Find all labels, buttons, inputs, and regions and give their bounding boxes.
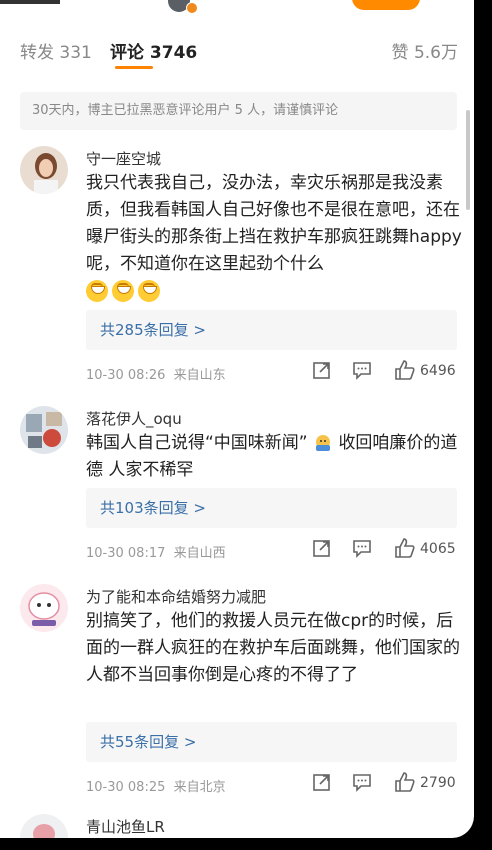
active-tab-indicator <box>115 66 153 69</box>
timestamp: 10-30 08:26 <box>86 368 166 383</box>
weibo-comments-screen: 转发 331 评论 3746 赞 5.6万 30天内，博主已拉黑恶意评论用户 5… <box>0 0 474 838</box>
scrollbar[interactable] <box>466 110 470 210</box>
like-count: 6496 <box>420 363 456 379</box>
share-icon[interactable] <box>312 360 332 380</box>
timestamp: 10-30 08:25 <box>86 780 166 795</box>
location: 来自山西 <box>173 546 226 561</box>
grin-emoji-icon <box>86 280 108 302</box>
username[interactable]: 落花伊人_oqu <box>86 408 182 429</box>
grin-emoji-icon <box>112 280 134 302</box>
like-icon[interactable] <box>394 359 416 381</box>
comment-text: 韩国人自己说得“中国味新闻” 收回咱廉价的道德 人家不稀罕 <box>86 430 464 484</box>
follow-button[interactable] <box>352 0 420 10</box>
share-icon[interactable] <box>312 538 332 558</box>
username[interactable]: 守一座空城 <box>86 148 161 169</box>
comment-meta: 10-30 08:25 来自北京 <box>86 776 226 795</box>
comment-body-part: 韩国人自己说得“中国味新闻” <box>86 433 308 453</box>
tab-bar: 转发 331 评论 3746 赞 5.6万 <box>0 34 474 69</box>
share-icon[interactable] <box>312 772 332 792</box>
comment-meta: 10-30 08:17 来自山西 <box>86 542 226 561</box>
comment-body: 我只代表我自己，没办法，幸灾乐祸那是我没素质，但我看韩国人自己好像也不是很在意吧… <box>86 173 462 274</box>
comment-text: 我只代表我自己，没办法，幸灾乐祸那是我没素质，但我看韩国人自己好像也不是很在意吧… <box>86 170 464 305</box>
verified-badge-icon <box>186 2 198 14</box>
reply-icon[interactable] <box>352 772 372 792</box>
avatar[interactable] <box>20 814 68 838</box>
grin-emoji-icon <box>138 280 160 302</box>
avatar[interactable] <box>20 584 68 632</box>
comment-text: 别搞笑了，他们的救援人员元在做cpr的时候，后面的一群人疯狂的在救护车后面跳舞，… <box>86 611 460 685</box>
like-icon[interactable] <box>394 771 416 793</box>
like-count: 4065 <box>420 541 456 557</box>
moderation-notice: 30天内，博主已拉黑恶意评论用户 5 人，请谨慎评论 <box>20 92 457 130</box>
tab-comments[interactable]: 评论 3746 <box>110 38 197 63</box>
avatar[interactable] <box>20 406 68 454</box>
top-bar-partial <box>0 0 474 14</box>
location: 来自山东 <box>173 368 226 383</box>
like-icon[interactable] <box>394 537 416 559</box>
username[interactable]: 青山池鱼LR <box>86 816 165 837</box>
avatar[interactable] <box>20 146 68 194</box>
comment-meta: 10-30 08:26 来自山东 <box>86 364 226 383</box>
top-title-fragment <box>0 0 60 4</box>
like-count: 2790 <box>420 775 456 791</box>
reply-icon[interactable] <box>352 360 372 380</box>
doge-emoji-icon <box>316 435 331 451</box>
timestamp: 10-30 08:17 <box>86 546 166 561</box>
tab-likes[interactable]: 赞 5.6万 <box>392 38 458 63</box>
username[interactable]: 为了能和本命结婚努力减肥 <box>86 586 266 607</box>
view-replies-link[interactable]: 共103条回复 > <box>86 488 457 528</box>
view-replies-link[interactable]: 共285条回复 > <box>86 310 457 350</box>
reply-icon[interactable] <box>352 538 372 558</box>
tab-repost[interactable]: 转发 331 <box>20 38 92 63</box>
location: 来自北京 <box>173 780 226 795</box>
view-replies-link[interactable]: 共55条回复 > <box>86 722 457 762</box>
